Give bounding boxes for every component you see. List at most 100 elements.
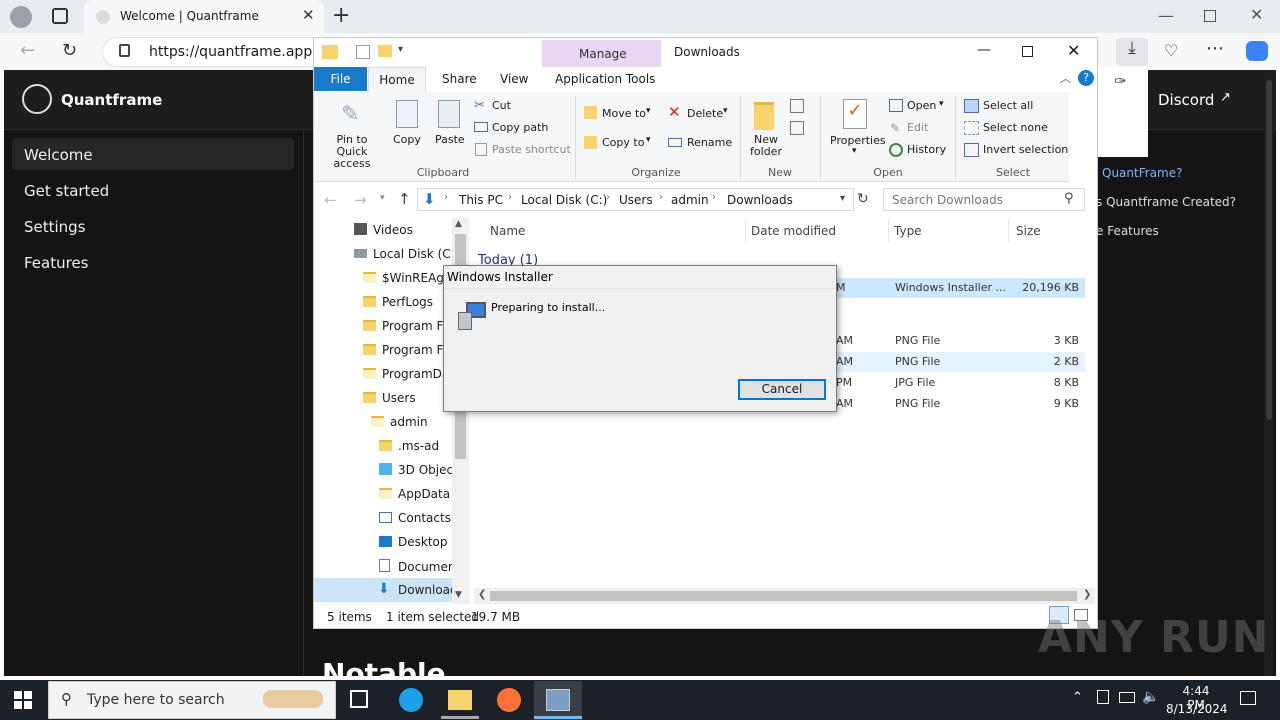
tree-item-desktop[interactable]: Desktop bbox=[379, 535, 448, 549]
firefox-taskbar-icon[interactable] bbox=[497, 688, 521, 712]
cut-button[interactable]: Cut bbox=[492, 99, 511, 112]
breadcrumb-local-disk[interactable]: Local Disk (C:) bbox=[521, 193, 607, 207]
taskbar-search-box[interactable]: ⚲ Type here to search bbox=[48, 681, 336, 719]
back-icon[interactable]: ← bbox=[20, 40, 35, 61]
ribbon-collapse-icon[interactable]: ︿ bbox=[1060, 70, 1071, 86]
tree-item-documents[interactable]: Document bbox=[379, 559, 460, 574]
toc-item[interactable]: QuantFrame? bbox=[1102, 166, 1182, 180]
column-name[interactable]: Name bbox=[490, 224, 525, 238]
hscroll-left-icon[interactable]: ❮ bbox=[478, 589, 486, 600]
explorer-maximize-icon[interactable] bbox=[1022, 46, 1033, 57]
tab-share[interactable]: Share bbox=[442, 72, 477, 86]
open-dropdown-icon[interactable]: ▾ bbox=[939, 99, 944, 109]
restore-icon[interactable] bbox=[1204, 10, 1216, 22]
breadcrumb-downloads[interactable]: Downloads bbox=[727, 193, 793, 207]
breadcrumb-admin[interactable]: admin bbox=[671, 193, 709, 207]
copy-button[interactable]: Copy bbox=[393, 133, 421, 146]
tab-actions-icon[interactable] bbox=[52, 8, 68, 24]
tree-item-programdata[interactable]: ProgramDat bbox=[363, 367, 454, 381]
tree-item-winreagent[interactable]: $WinREAge bbox=[363, 271, 451, 285]
tree-item-admin[interactable]: admin bbox=[371, 415, 428, 429]
tree-item-appdata[interactable]: AppData bbox=[379, 487, 450, 501]
delete-button[interactable]: Delete bbox=[687, 107, 723, 120]
start-windows-icon[interactable] bbox=[14, 691, 32, 709]
tree-item-contacts[interactable]: Contacts bbox=[379, 511, 451, 525]
site-scrollbar-thumb[interactable] bbox=[1266, 80, 1272, 420]
toc-item[interactable]: s Quantframe Created? bbox=[1096, 195, 1236, 209]
qa-dropdown-icon[interactable]: ▾ bbox=[398, 44, 403, 55]
sidebar-item-features[interactable]: Features bbox=[12, 246, 294, 278]
tree-item-program-files[interactable]: Program Fil bbox=[363, 319, 449, 333]
performance-icon[interactable]: ♡ bbox=[1164, 41, 1178, 60]
breadcrumb-users[interactable]: Users bbox=[619, 193, 653, 207]
more-menu-icon[interactable]: ⋯ bbox=[1206, 38, 1224, 59]
tab-home[interactable]: Home bbox=[368, 67, 426, 93]
tray-device-icon[interactable] bbox=[1097, 690, 1109, 704]
tree-item-users[interactable]: Users bbox=[363, 391, 416, 405]
tree-item-perflogs[interactable]: PerfLogs bbox=[363, 295, 433, 309]
tree-item-downloads[interactable]: ⬇ Download bbox=[314, 578, 469, 602]
copy-to-dropdown-icon[interactable]: ▾ bbox=[646, 135, 651, 145]
tree-item-local-disk[interactable]: Local Disk (C:) bbox=[354, 247, 459, 261]
pin-quick-access-button[interactable]: Pin to Quick access bbox=[320, 134, 384, 170]
task-view-icon[interactable] bbox=[350, 690, 368, 708]
move-to-dropdown-icon[interactable]: ▾ bbox=[646, 106, 651, 116]
scroll-down-icon[interactable]: ▼ bbox=[455, 590, 462, 600]
refresh-icon[interactable]: ↻ bbox=[62, 40, 77, 61]
invert-selection-button[interactable]: Invert selection bbox=[983, 143, 1068, 156]
copy-to-button[interactable]: Copy to bbox=[602, 136, 644, 149]
tab-application-tools[interactable]: Application Tools bbox=[555, 72, 655, 86]
properties-qa-icon[interactable] bbox=[356, 45, 370, 59]
explorer-close-icon[interactable]: ✕ bbox=[1067, 41, 1080, 60]
new-item-icon[interactable] bbox=[790, 99, 804, 113]
tab-close-icon[interactable]: ✕ bbox=[302, 6, 315, 24]
new-tab-icon[interactable]: + bbox=[332, 3, 350, 28]
properties-button[interactable]: Properties bbox=[830, 134, 886, 147]
select-all-button[interactable]: Select all bbox=[983, 99, 1033, 112]
file-explorer-taskbar-icon[interactable] bbox=[448, 690, 472, 710]
discord-link[interactable]: Discord bbox=[1158, 91, 1214, 109]
tree-item-videos[interactable]: Videos bbox=[354, 223, 413, 237]
toc-item[interactable]: e Features bbox=[1096, 224, 1159, 238]
copilot-icon[interactable] bbox=[1246, 41, 1268, 61]
nav-back-icon[interactable]: ← bbox=[324, 191, 337, 209]
volume-icon[interactable]: 🔈 bbox=[1142, 689, 1159, 705]
cancel-button[interactable]: Cancel bbox=[738, 379, 826, 400]
history-button[interactable]: History bbox=[907, 143, 946, 156]
minimize-icon[interactable]: — bbox=[1158, 6, 1174, 25]
column-type[interactable]: Type bbox=[894, 224, 922, 238]
explorer-minimize-icon[interactable]: — bbox=[977, 42, 991, 58]
tree-item-program-files-x86[interactable]: Program Fil bbox=[363, 343, 449, 357]
tree-item-3d-objects[interactable]: 3D Object: bbox=[379, 463, 462, 477]
sidebar-item-settings[interactable]: Settings bbox=[12, 210, 294, 242]
address-breadcrumb[interactable]: ⬇ › This PC › Local Disk (C:) › Users › … bbox=[417, 188, 854, 211]
breadcrumb-dropdown-icon[interactable]: ▾ bbox=[840, 193, 845, 204]
tab-welcome[interactable]: Welcome | Quantframe ✕ bbox=[84, 0, 324, 33]
column-size[interactable]: Size bbox=[1016, 224, 1041, 238]
recent-dropdown-icon[interactable]: ▾ bbox=[380, 193, 385, 203]
sidebar-item-welcome[interactable]: Welcome bbox=[12, 138, 294, 170]
rename-button[interactable]: Rename bbox=[687, 136, 732, 149]
search-downloads-input[interactable]: Search Downloads ⚲ bbox=[883, 188, 1085, 211]
delete-dropdown-icon[interactable]: ▾ bbox=[723, 106, 728, 116]
notification-icon[interactable] bbox=[1240, 691, 1256, 705]
profile-avatar-icon[interactable] bbox=[10, 6, 32, 28]
open-button[interactable]: Open bbox=[907, 99, 936, 112]
edge-taskbar-icon[interactable] bbox=[399, 688, 423, 712]
new-folder-button[interactable]: New folder bbox=[750, 134, 782, 158]
breadcrumb-this-pc[interactable]: This PC bbox=[459, 193, 503, 207]
hscroll-right-icon[interactable]: ❯ bbox=[1083, 589, 1091, 600]
nav-refresh-icon[interactable]: ↻ bbox=[857, 191, 869, 207]
nav-forward-icon[interactable]: → bbox=[354, 191, 367, 209]
move-to-button[interactable]: Move to bbox=[602, 107, 646, 120]
column-date-modified[interactable]: Date modified bbox=[751, 224, 836, 238]
paste-button[interactable]: Paste bbox=[435, 133, 465, 146]
copy-path-button[interactable]: Copy path bbox=[492, 121, 548, 134]
hscroll-thumb[interactable] bbox=[490, 591, 1077, 601]
tab-view[interactable]: View bbox=[500, 72, 528, 86]
easy-access-icon[interactable] bbox=[790, 121, 804, 135]
select-none-button[interactable]: Select none bbox=[983, 121, 1048, 134]
sidebar-item-get-started[interactable]: Get started bbox=[12, 174, 294, 206]
new-folder-qa-icon[interactable] bbox=[378, 45, 392, 57]
tab-file[interactable]: File bbox=[314, 67, 367, 91]
